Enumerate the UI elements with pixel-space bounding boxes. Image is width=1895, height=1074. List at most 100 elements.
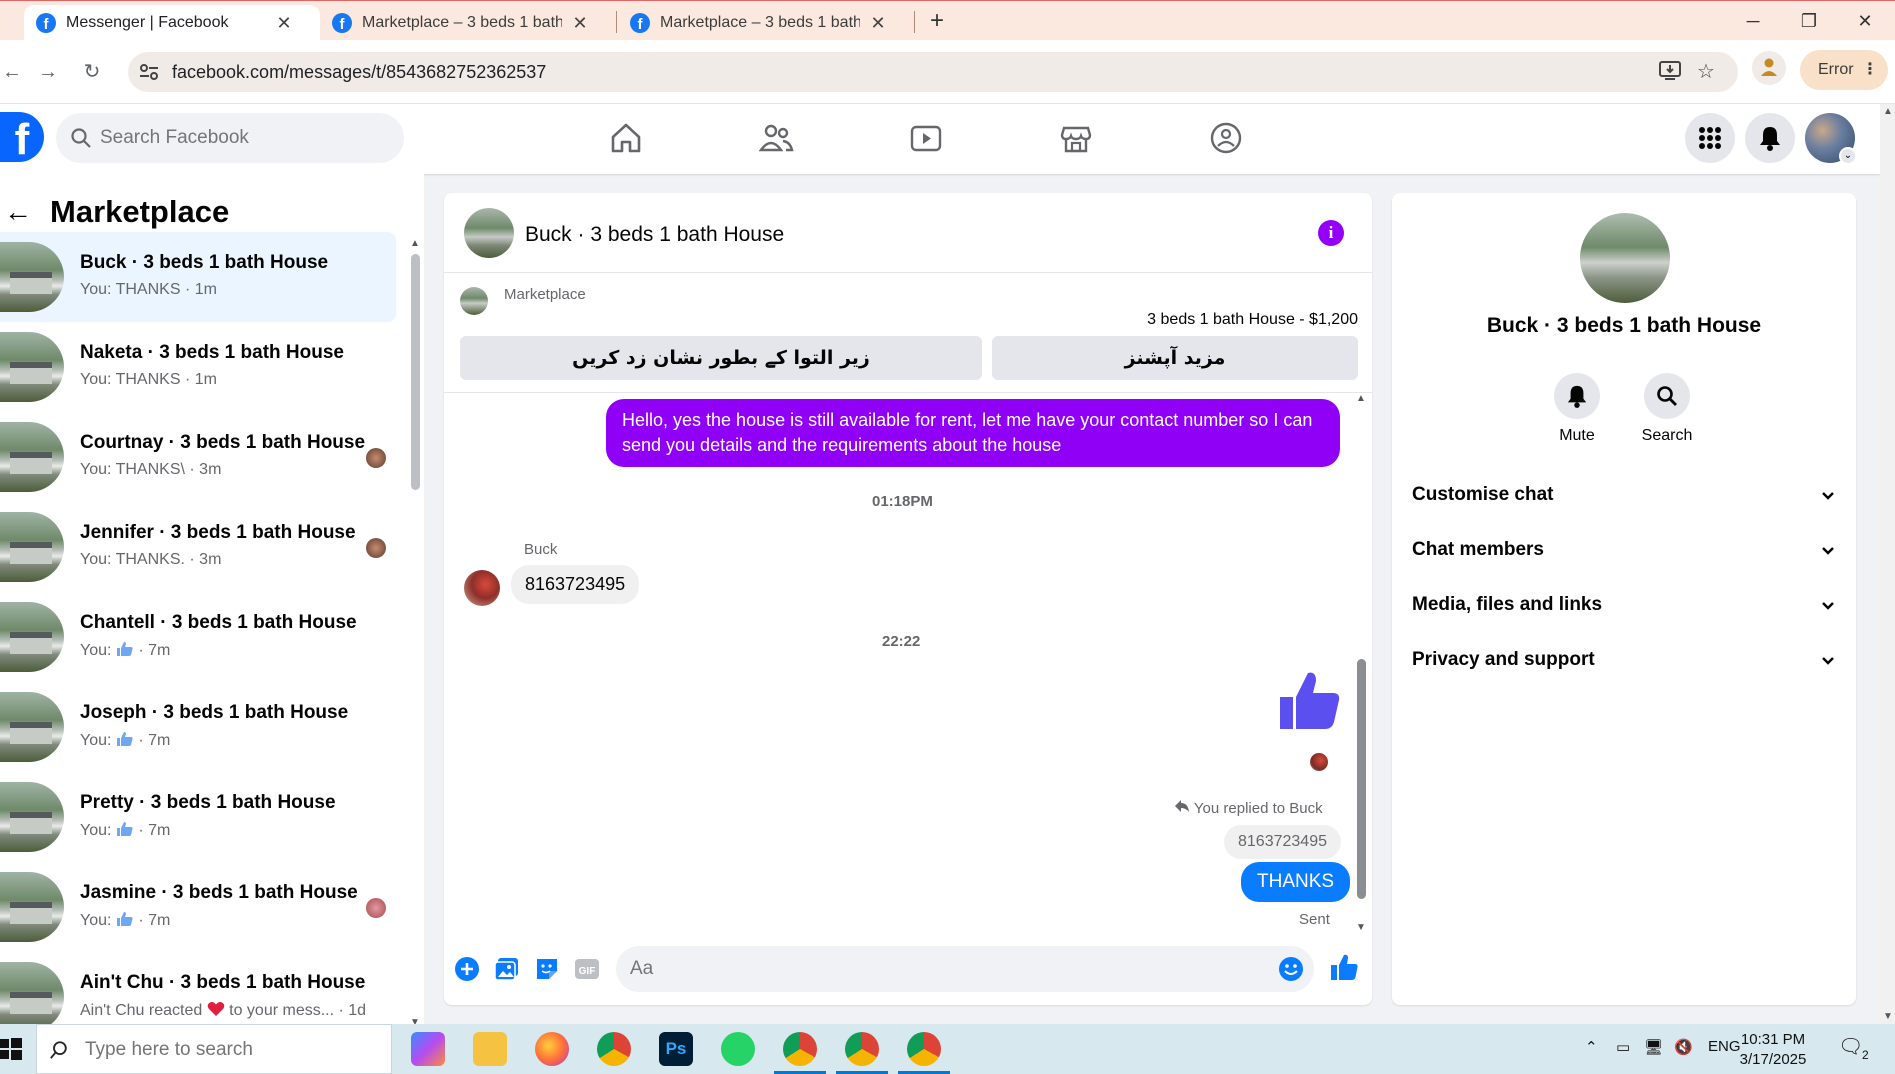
- conversation-item-naketa[interactable]: Naketa · 3 beds 1 bath House You: THANKS…: [0, 322, 396, 412]
- facebook-logo-icon[interactable]: f: [0, 112, 44, 162]
- gif-icon[interactable]: GIF: [574, 956, 600, 982]
- volume-muted-icon[interactable]: 🔇: [1674, 1038, 1693, 1056]
- message-timestamp: 22:22: [882, 633, 921, 650]
- firefox-app-icon[interactable]: [535, 1032, 569, 1066]
- conversation-item-jasmine[interactable]: Jasmine · 3 beds 1 bath House You: · 7m: [0, 862, 396, 952]
- conversation-item-joseph[interactable]: Joseph · 3 beds 1 bath House You: · 7m: [0, 682, 396, 772]
- photoshop-app-icon[interactable]: Ps: [659, 1032, 693, 1066]
- menu-grid-button[interactable]: [1685, 113, 1735, 163]
- conversation-item-jennifer[interactable]: Jennifer · 3 beds 1 bath House You: THAN…: [0, 502, 396, 592]
- privacy-support-section[interactable]: Privacy and support: [1412, 640, 1836, 680]
- scroll-down-arrow-icon[interactable]: ▼: [1356, 922, 1366, 933]
- section-label: Chat members: [1412, 539, 1544, 560]
- scroll-down-arrow-icon[interactable]: ▼: [1883, 1011, 1893, 1022]
- thumbs-up-sticker-icon[interactable]: [1278, 669, 1340, 731]
- incoming-message[interactable]: 8163723495: [511, 565, 640, 604]
- sender-avatar[interactable]: [464, 570, 500, 606]
- network-icon[interactable]: 🖥: [1644, 1038, 1663, 1056]
- friends-icon[interactable]: [758, 120, 794, 156]
- chrome-app-icon[interactable]: [597, 1032, 631, 1066]
- whatsapp-app-icon[interactable]: [721, 1032, 755, 1066]
- chat-avatar[interactable]: [464, 208, 514, 258]
- tab-marketplace-1[interactable]: f Marketplace – 3 beds 1 bath Ho ✕: [320, 5, 616, 41]
- close-tab-icon[interactable]: ✕: [274, 13, 294, 34]
- minimize-button[interactable]: ─: [1730, 7, 1776, 35]
- media-files-links-section[interactable]: Media, files and links: [1412, 585, 1836, 625]
- bookmark-star-icon[interactable]: ☆: [1694, 60, 1718, 84]
- scroll-up-arrow-icon[interactable]: ▲: [410, 238, 420, 249]
- mark-pending-button[interactable]: زیر التوا کے بطور نشان زد کریں: [460, 336, 982, 380]
- chevron-down-icon: [1820, 542, 1836, 558]
- profile-avatar[interactable]: [1580, 213, 1670, 303]
- info-icon[interactable]: i: [1318, 220, 1344, 246]
- restore-button[interactable]: ❐: [1786, 7, 1832, 35]
- emoji-icon[interactable]: [1278, 956, 1304, 982]
- message-input-wrapper[interactable]: [616, 946, 1314, 992]
- address-bar[interactable]: facebook.com/messages/t/8543682752362537…: [128, 52, 1738, 92]
- search-in-chat-button[interactable]: Search: [1622, 373, 1712, 445]
- groups-icon[interactable]: [1208, 120, 1244, 156]
- taskbar-search-input[interactable]: [85, 1037, 375, 1063]
- page-scrollbar[interactable]: ▲ ▼: [1880, 104, 1895, 1024]
- account-avatar[interactable]: ⌄: [1805, 113, 1857, 165]
- conversation-item-chantell[interactable]: Chantell · 3 beds 1 bath House You: · 7m: [0, 592, 396, 682]
- new-tab-button[interactable]: +: [914, 7, 960, 35]
- outgoing-message[interactable]: Hello, yes the house is still available …: [606, 399, 1340, 467]
- conversation-item-pretty[interactable]: Pretty · 3 beds 1 bath House You: · 7m: [0, 772, 396, 862]
- notifications-button[interactable]: [1745, 113, 1795, 163]
- preview-prefix: You:: [80, 822, 116, 839]
- sidebar-scrollbar[interactable]: ▲ ▼: [408, 238, 422, 1028]
- conversation-item-buck[interactable]: Buck · 3 beds 1 bath House You: THANKS ·…: [0, 232, 396, 322]
- photo-icon[interactable]: [494, 956, 520, 982]
- forward-button[interactable]: →: [36, 60, 60, 84]
- scroll-up-arrow-icon[interactable]: ▲: [1356, 393, 1366, 404]
- notifications-center-icon[interactable]: 🗨: [1838, 1034, 1863, 1059]
- copilot-app-icon[interactable]: [411, 1032, 445, 1066]
- file-explorer-app-icon[interactable]: [473, 1032, 507, 1066]
- chat-scrollbar[interactable]: ▲ ▼: [1354, 393, 1368, 933]
- message-input[interactable]: [630, 954, 1250, 984]
- more-options-button[interactable]: مزید آپشنز: [992, 336, 1358, 380]
- chat-title[interactable]: Buck · 3 beds 1 bath House: [525, 223, 784, 247]
- customise-chat-section[interactable]: Customise chat: [1412, 475, 1836, 515]
- chrome-profile-1-app-icon[interactable]: [774, 1032, 826, 1074]
- sticker-icon[interactable]: [534, 956, 560, 982]
- taskbar-search[interactable]: [36, 1024, 392, 1074]
- close-tab-icon[interactable]: ✕: [570, 13, 590, 34]
- system-clock[interactable]: 10:31 PM 3/17/2025: [1738, 1030, 1808, 1070]
- meet-now-icon[interactable]: ▭: [1616, 1038, 1630, 1056]
- marketplace-icon[interactable]: [1058, 120, 1094, 156]
- quoted-message[interactable]: 8163723495: [1224, 825, 1341, 859]
- chrome-profile-2-app-icon[interactable]: [836, 1032, 888, 1074]
- browser-profile-button[interactable]: [1752, 51, 1786, 85]
- close-tab-icon[interactable]: ✕: [868, 13, 888, 34]
- windows-start-icon[interactable]: [0, 1038, 22, 1060]
- language-indicator[interactable]: ENG: [1708, 1038, 1741, 1055]
- back-button[interactable]: ←: [0, 60, 24, 84]
- back-arrow-icon[interactable]: ←: [4, 196, 32, 228]
- listing-title-price[interactable]: 3 beds 1 bath House - $1,200: [1147, 311, 1358, 329]
- chrome-profile-3-app-icon[interactable]: [898, 1032, 950, 1074]
- tab-messenger[interactable]: f Messenger | Facebook ✕: [24, 5, 320, 41]
- scrollbar-thumb[interactable]: [411, 254, 420, 490]
- install-app-icon[interactable]: [1658, 60, 1682, 84]
- chevron-up-icon[interactable]: ⌃: [1585, 1038, 1598, 1056]
- close-window-button[interactable]: ✕: [1842, 7, 1888, 35]
- mute-button[interactable]: Mute: [1532, 373, 1622, 445]
- scrollbar-thumb[interactable]: [1357, 659, 1366, 899]
- chat-members-section[interactable]: Chat members: [1412, 530, 1836, 570]
- conversation-item-courtnay[interactable]: Courtnay · 3 beds 1 bath House You: THAN…: [0, 412, 396, 502]
- scroll-up-arrow-icon[interactable]: ▲: [1883, 106, 1893, 117]
- reload-button[interactable]: ↻: [80, 60, 104, 84]
- plus-circle-icon[interactable]: [454, 956, 480, 982]
- error-button[interactable]: Error ⋮: [1800, 50, 1888, 90]
- facebook-search-input[interactable]: [100, 123, 390, 153]
- tab-marketplace-2[interactable]: f Marketplace – 3 beds 1 bath Ho ✕: [618, 5, 914, 41]
- site-settings-icon[interactable]: [138, 62, 160, 82]
- outgoing-reply-message[interactable]: THANKS: [1241, 862, 1351, 902]
- like-send-icon[interactable]: [1330, 953, 1358, 980]
- facebook-search[interactable]: [56, 113, 404, 163]
- home-icon[interactable]: [608, 120, 644, 156]
- grid-icon: [1699, 127, 1721, 149]
- video-icon[interactable]: [908, 120, 944, 156]
